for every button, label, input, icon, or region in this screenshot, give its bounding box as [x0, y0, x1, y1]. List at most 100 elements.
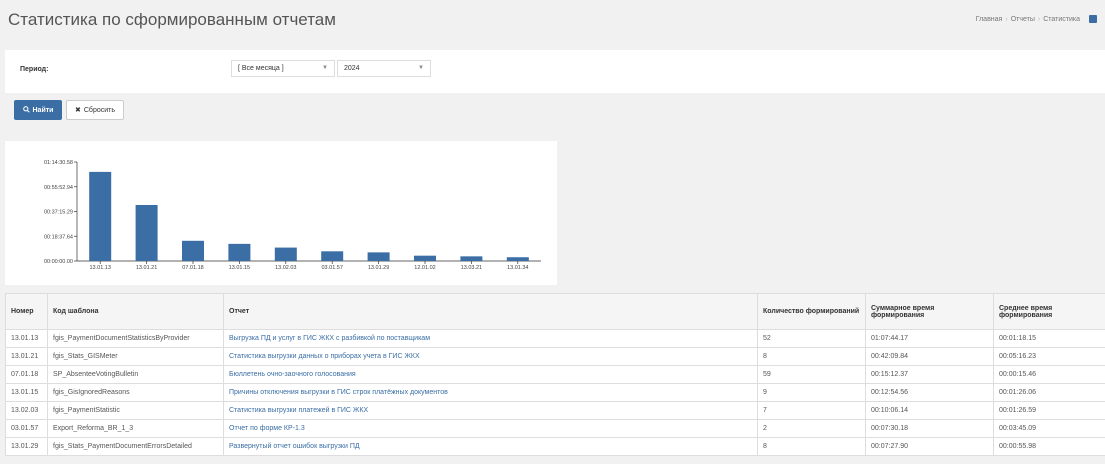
find-button[interactable]: Найти	[14, 100, 62, 120]
table-row: 13.02.03 fgis_PaymentStatistic Статистика …	[5, 401, 1105, 420]
cell-total-time: 00:07:30.18	[865, 419, 994, 438]
cell-template-code: fgis_Stats_PaymentDocumentErrorsDetailed	[47, 437, 224, 456]
bar[interactable]	[321, 251, 344, 261]
y-tick-label: 00:18:37.64	[44, 234, 73, 240]
cell-report[interactable]: Бюллетень очно-заочного голосования	[223, 365, 758, 384]
column-header-report[interactable]: Отчет	[223, 293, 758, 330]
column-header-number[interactable]: Номер	[5, 293, 48, 330]
bar[interactable]	[460, 256, 483, 261]
cell-template-code: fgis_GisIgnoredReasons	[47, 383, 224, 402]
x-tick-label: 13.03.21	[461, 265, 482, 271]
table-header-row: Номер Код шаблона Отчет Количество форми…	[5, 293, 1105, 330]
table-row: 03.01.57 Export_Reforma_BR_1_3 Отчет по фо…	[5, 419, 1105, 438]
cell-template-code: fgis_PaymentStatistic	[47, 401, 224, 420]
cell-total-time: 00:15:12.37	[865, 365, 994, 384]
cell-report[interactable]: Статистика выгрузки данных о приборах уч…	[223, 347, 758, 366]
cell-report[interactable]: Статистика выгрузки платежей в ГИС ЖКХ	[223, 401, 758, 420]
x-tick-label: 13.01.34	[507, 265, 528, 271]
cell-total-time: 00:07:27.90	[865, 437, 994, 456]
cell-count: 8	[757, 437, 866, 456]
cell-count: 9	[757, 383, 866, 402]
table-row: 07.01.18 SP_AbsenteeVotingBulletin Бюллете…	[5, 365, 1105, 384]
table-row: 13.01.15 fgis_GisIgnoredReasons Причины от…	[5, 383, 1105, 402]
bar[interactable]	[135, 204, 158, 261]
cell-total-time: 00:42:09.84	[865, 347, 994, 366]
cell-count: 2	[757, 419, 866, 438]
column-header-template-code[interactable]: Код шаблона	[47, 293, 224, 330]
x-tick-label: 13.01.29	[368, 265, 389, 271]
bar[interactable]	[182, 240, 204, 261]
period-label: Период:	[20, 66, 49, 73]
bar-chart: 00:00:00.00 00:18:37.64 00:37:15.29 00:55:5…	[44, 160, 541, 271]
cell-count: 8	[757, 347, 866, 366]
bar[interactable]	[228, 243, 251, 261]
year-select[interactable]: 2024 ▼	[337, 60, 431, 77]
cell-number: 13.01.29	[5, 437, 48, 456]
y-tick-label: 00:55:52.94	[44, 185, 73, 191]
cell-average-time: 00:01:26.59	[993, 401, 1105, 420]
bar[interactable]	[506, 257, 529, 261]
bar[interactable]	[89, 171, 112, 261]
filter-panel: Период: [ Все месяца ] ▼ 2024 ▼	[5, 50, 1105, 93]
cell-total-time: 00:10:06.14	[865, 401, 994, 420]
y-tick-label: 01:14:30.58	[44, 160, 73, 166]
breadcrumb-home[interactable]: Главная	[976, 16, 1003, 23]
y-tick-label: 00:37:15.29	[44, 210, 73, 216]
breadcrumb-separator: ›	[1037, 15, 1041, 23]
bar[interactable]	[274, 247, 297, 261]
reset-button[interactable]: ✖ Сбросить	[66, 100, 124, 120]
cell-template-code: SP_AbsenteeVotingBulletin	[47, 365, 224, 384]
table-row: 13.01.21 fgis_Stats_GISMeter Статистика вы…	[5, 347, 1105, 366]
cell-report[interactable]: Выгрузка ПД и услуг в ГИС ЖКХ с разбивко…	[223, 329, 758, 348]
x-tick-label: 12.01.02	[414, 265, 435, 271]
cell-number: 03.01.57	[5, 419, 48, 438]
report-statistics-table: Номер Код шаблона Отчет Количество форми…	[5, 293, 1105, 456]
x-tick-label: 07.01.18	[182, 265, 203, 271]
column-header-total-time[interactable]: Суммарное время формирования	[865, 293, 994, 330]
search-icon	[22, 105, 30, 115]
cell-count: 52	[757, 329, 866, 348]
cell-average-time: 00:01:26.06	[993, 383, 1105, 402]
x-tick-label: 03.01.57	[321, 265, 342, 271]
cell-count: 59	[757, 365, 866, 384]
year-select-value: 2024	[344, 65, 360, 72]
cell-average-time: 00:05:16.23	[993, 347, 1105, 366]
cell-average-time: 00:00:55.98	[993, 437, 1105, 456]
page-title: Статистика по сформированным отчетам	[8, 10, 336, 29]
cell-number: 13.01.21	[5, 347, 48, 366]
column-header-count[interactable]: Количество формирований	[757, 293, 866, 330]
cell-report[interactable]: Отчет по форме КР-1.3	[223, 419, 758, 438]
chevron-down-icon: ▼	[418, 65, 424, 71]
x-tick-label: 13.01.15	[229, 265, 250, 271]
table-row: 13.01.13 fgis_PaymentDocumentStatisticsBy…	[5, 329, 1105, 348]
cell-average-time: 00:01:18.15	[993, 329, 1105, 348]
y-tick-label: 00:00:00.00	[44, 259, 73, 265]
cell-report[interactable]: Развернутый отчет ошибок выгрузки ПД	[223, 437, 758, 456]
cell-template-code: fgis_Stats_GISMeter	[47, 347, 224, 366]
cell-report[interactable]: Причины отключения выгрузки в ГИС строк …	[223, 383, 758, 402]
bar[interactable]	[414, 255, 436, 261]
breadcrumb-statistics: Статистика	[1043, 15, 1080, 23]
x-tick-label: 13.01.21	[136, 265, 157, 271]
cell-number: 13.02.03	[5, 401, 48, 420]
cell-number: 13.01.15	[5, 383, 48, 402]
cell-number: 07.01.18	[5, 365, 48, 384]
cell-number: 13.01.13	[5, 329, 48, 348]
page-header: Статистика по сформированным отчетам Гла…	[0, 0, 1105, 40]
cell-template-code: fgis_PaymentDocumentStatisticsByProvider	[47, 329, 224, 348]
cell-total-time: 01:07:44.17	[865, 329, 994, 348]
table-body: 13.01.13 fgis_PaymentDocumentStatisticsBy…	[5, 329, 1105, 456]
cell-template-code: Export_Reforma_BR_1_3	[47, 419, 224, 438]
bar[interactable]	[367, 252, 390, 261]
x-tick-label: 13.02.03	[275, 265, 296, 271]
column-header-average-time[interactable]: Среднее время формирования	[993, 293, 1105, 330]
breadcrumb-reports[interactable]: Отчеты	[1011, 16, 1035, 23]
month-select[interactable]: [ Все месяца ] ▼	[231, 60, 335, 77]
cell-total-time: 00:12:54.56	[865, 383, 994, 402]
month-select-value: [ Все месяца ]	[238, 65, 284, 72]
cell-average-time: 00:00:15.46	[993, 365, 1105, 384]
table-row: 13.01.29 fgis_Stats_PaymentDocumentErrors…	[5, 437, 1105, 456]
chevron-down-icon: ▼	[322, 65, 328, 71]
reset-button-label: Сбросить	[83, 106, 115, 114]
info-icon[interactable]	[1089, 15, 1097, 23]
